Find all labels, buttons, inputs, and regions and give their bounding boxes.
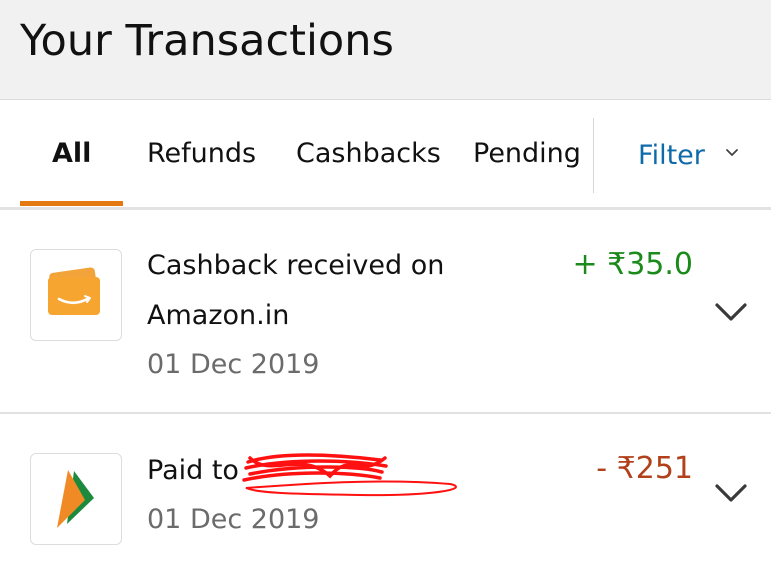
transaction-tabs: All Refunds Cashbacks Pending Filter (0, 100, 771, 210)
transaction-description: Cashback received on Amazon.in (147, 241, 444, 341)
description-line: Cashback received on (147, 250, 445, 281)
tab-cashbacks[interactable]: Cashbacks (296, 136, 441, 176)
tab-pending[interactable]: Pending (473, 136, 581, 176)
transaction-row[interactable]: Cashback received on Amazon.in 01 Dec 20… (0, 212, 771, 414)
page-title: Your Transactions (20, 16, 394, 66)
transaction-amount: - ₹251 (596, 451, 693, 486)
amazon-card-icon (30, 249, 122, 341)
transaction-date: 01 Dec 2019 (147, 504, 320, 535)
filter-button[interactable]: Filter (638, 138, 705, 174)
transaction-row[interactable]: Paid to 01 Dec 2019 - ₹251 (0, 414, 771, 572)
redaction-scribble (242, 453, 457, 497)
description-line: Amazon.in (147, 300, 290, 331)
tab-refunds[interactable]: Refunds (147, 136, 256, 176)
transaction-amount: + ₹35.0 (572, 247, 693, 282)
description-line: Paid to (147, 455, 239, 486)
expand-chevron-icon[interactable] (714, 301, 748, 323)
tab-all[interactable]: All (52, 136, 91, 176)
transaction-date: 01 Dec 2019 (147, 349, 320, 380)
page-header: Your Transactions (0, 0, 771, 100)
chevron-down-icon[interactable] (725, 146, 739, 160)
expand-chevron-icon[interactable] (714, 482, 748, 504)
tab-divider (593, 118, 594, 193)
transaction-description: Paid to (147, 446, 239, 496)
active-tab-indicator (20, 201, 123, 206)
bhim-upi-icon (30, 453, 122, 545)
